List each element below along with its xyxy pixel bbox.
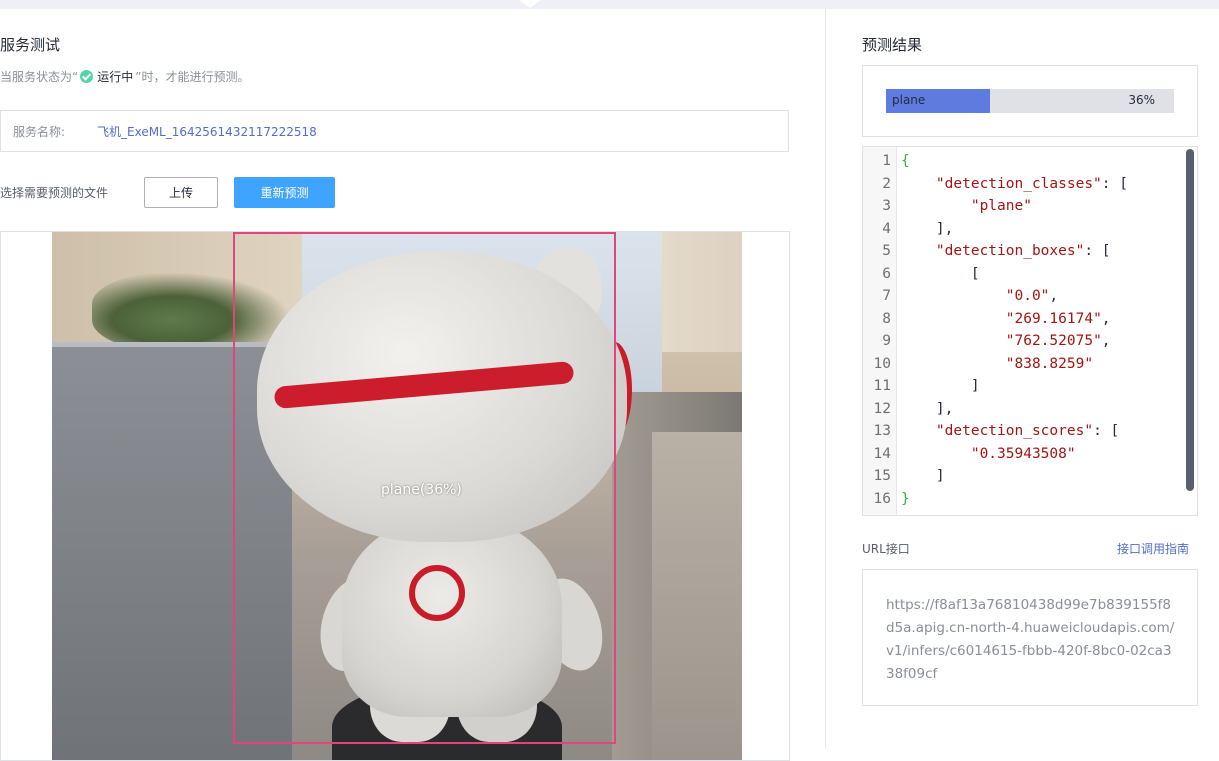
line-number: 14 <box>873 445 891 462</box>
code-line: 13 "detection_scores": [ <box>863 420 1193 443</box>
code-line: 3 "plane" <box>863 195 1193 218</box>
api-guide-link[interactable]: 接口调用指南 <box>1117 540 1189 557</box>
line-number: 16 <box>873 490 891 507</box>
code-line: 15 ] <box>863 465 1193 488</box>
confidence-class: plane <box>892 93 926 107</box>
prediction-image-frame: plane(36%) <box>0 231 790 761</box>
confidence-percent: 36% <box>1128 93 1155 107</box>
service-name-box: 服务名称: 飞机_ExeML_1642561432117222518 <box>0 110 789 152</box>
line-number: 4 <box>882 220 891 237</box>
line-number: 8 <box>882 310 891 327</box>
top-bar <box>0 0 1219 9</box>
top-notch <box>519 0 541 8</box>
code-token: "762.52075" <box>1005 333 1102 349</box>
code-line: 7 "0.0", <box>863 285 1193 308</box>
service-name-value[interactable]: 飞机_ExeML_1642561432117222518 <box>97 123 317 140</box>
code-token: "detection_boxes" <box>935 243 1085 259</box>
code-line: 2 "detection_classes": [ <box>863 173 1193 196</box>
line-number: 6 <box>882 265 891 282</box>
code-token: "detection_classes" <box>935 175 1102 192</box>
file-select-label: 选择需要预测的文件 <box>0 186 109 200</box>
code-line: 10 "838.8259" <box>863 353 1193 376</box>
code-line: 1{ <box>863 150 1193 173</box>
code-token: ], <box>901 400 954 417</box>
line-number: 3 <box>882 198 891 214</box>
code-token: "269.16174" <box>1005 310 1102 327</box>
code-token: : [ <box>1101 175 1128 192</box>
upload-button[interactable]: 上传 <box>144 177 218 208</box>
code-line: 11 ] <box>863 375 1193 398</box>
result-summary: plane 36% <box>862 65 1198 137</box>
repredict-button[interactable]: 重新预测 <box>234 177 335 208</box>
code-token: { <box>901 153 910 169</box>
code-line: 4 ], <box>863 218 1193 241</box>
line-number: 1 <box>882 153 891 169</box>
code-token: ] <box>901 378 980 394</box>
hint-suffix: ”时，才能进行预测。 <box>135 70 250 84</box>
code-line: 16} <box>863 488 1193 511</box>
url-value[interactable]: https://f8af13a76810438d99e7b839155f8d5a… <box>886 594 1177 686</box>
code-token: "0.35943508" <box>970 445 1076 462</box>
code-line: 12 ], <box>863 398 1193 421</box>
code-line: 6 [ <box>863 263 1193 286</box>
json-result-viewer[interactable]: 1{2 "detection_classes": [3 "plane" 4 ], 5… <box>862 146 1198 516</box>
code-token: : [ <box>1084 243 1111 259</box>
code-line: 8 "269.16174", <box>863 308 1193 331</box>
url-box: https://f8af13a76810438d99e7b839155f8d5a… <box>862 569 1198 706</box>
code-token: ], <box>901 220 954 237</box>
panel-divider <box>825 9 826 749</box>
service-name-label: 服务名称: <box>13 124 66 139</box>
line-number: 11 <box>873 378 891 394</box>
code-token: "0.0" <box>1005 288 1050 304</box>
line-number: 12 <box>873 400 891 417</box>
line-number: 2 <box>882 175 891 192</box>
line-number: 7 <box>882 288 891 304</box>
status-hint: 当服务状态为“ 运行中 ”时，才能进行预测。 <box>0 68 249 85</box>
url-label: URL接口 <box>862 542 910 556</box>
line-number: 5 <box>882 243 891 259</box>
code-token: [ <box>901 265 980 282</box>
check-circle-icon <box>80 70 94 83</box>
code-token: , <box>1101 310 1111 327</box>
code-token: , <box>1101 333 1111 349</box>
code-token: : [ <box>1093 423 1120 439</box>
code-line: 5 "detection_boxes": [ <box>863 240 1193 263</box>
confidence-bar-track: plane 36% <box>886 89 1174 113</box>
photo-cabinet-light <box>652 432 742 760</box>
line-number: 13 <box>873 423 891 439</box>
line-number: 15 <box>873 468 891 484</box>
line-number: 9 <box>882 333 891 349</box>
code-line: 9 "762.52075", <box>863 330 1193 353</box>
detection-label: plane(36%) <box>381 482 462 498</box>
code-token: "838.8259" <box>1005 355 1094 372</box>
line-number: 10 <box>873 355 891 372</box>
hint-prefix: 当服务状态为“ <box>0 70 79 84</box>
service-test-title: 服务测试 <box>0 36 61 54</box>
code-token: , <box>1049 288 1059 304</box>
code-token: "plane" <box>970 198 1032 214</box>
prediction-result-title: 预测结果 <box>862 36 923 54</box>
code-line: 14 "0.35943508" <box>863 443 1193 466</box>
code-token: } <box>901 490 910 507</box>
hint-status: 运行中 <box>97 70 134 84</box>
code-token: "detection_scores" <box>935 423 1094 439</box>
code-token: ] <box>901 468 945 484</box>
